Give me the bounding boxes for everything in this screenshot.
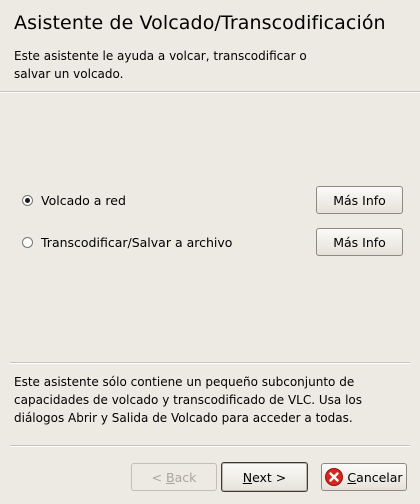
back-button-prefix: < [151, 469, 167, 485]
cancel-icon [325, 468, 344, 486]
option-transcode-to-file-label: Transcodificar/Salvar a archivo [41, 235, 233, 250]
more-info-network-button[interactable]: Más Info [316, 186, 403, 214]
footer-note: Este asistente sólo contiene un pequeño … [14, 375, 362, 425]
content-divider-highlight [10, 363, 410, 364]
cancel-button-mnemonic: C [347, 469, 357, 485]
back-button-rest: ack [174, 469, 197, 485]
wizard-title: Asistente de Volcado/Transcodificación [14, 12, 386, 34]
next-button[interactable]: Next > [221, 462, 308, 492]
wizard-subtitle: Este asistente le ayuda a volcar, transc… [14, 49, 307, 81]
option-stream-to-network-label: Volcado a red [41, 193, 126, 208]
cancel-button[interactable]: Cancelar [321, 463, 407, 491]
header-divider-highlight [0, 92, 420, 93]
back-button-mnemonic: B [166, 469, 175, 485]
cancel-button-rest: ancelar [356, 469, 403, 485]
option-stream-to-network[interactable]: Volcado a red [22, 193, 126, 208]
more-info-file-button[interactable]: Más Info [316, 228, 403, 256]
next-button-rest: ext > [252, 469, 287, 485]
radio-stream-to-network[interactable] [22, 195, 33, 206]
back-button[interactable]: < Back [131, 463, 217, 491]
buttons-divider-highlight [10, 446, 410, 447]
radio-transcode-to-file[interactable] [22, 237, 33, 248]
option-transcode-to-file[interactable]: Transcodificar/Salvar a archivo [22, 235, 232, 250]
next-button-mnemonic: N [242, 469, 253, 485]
